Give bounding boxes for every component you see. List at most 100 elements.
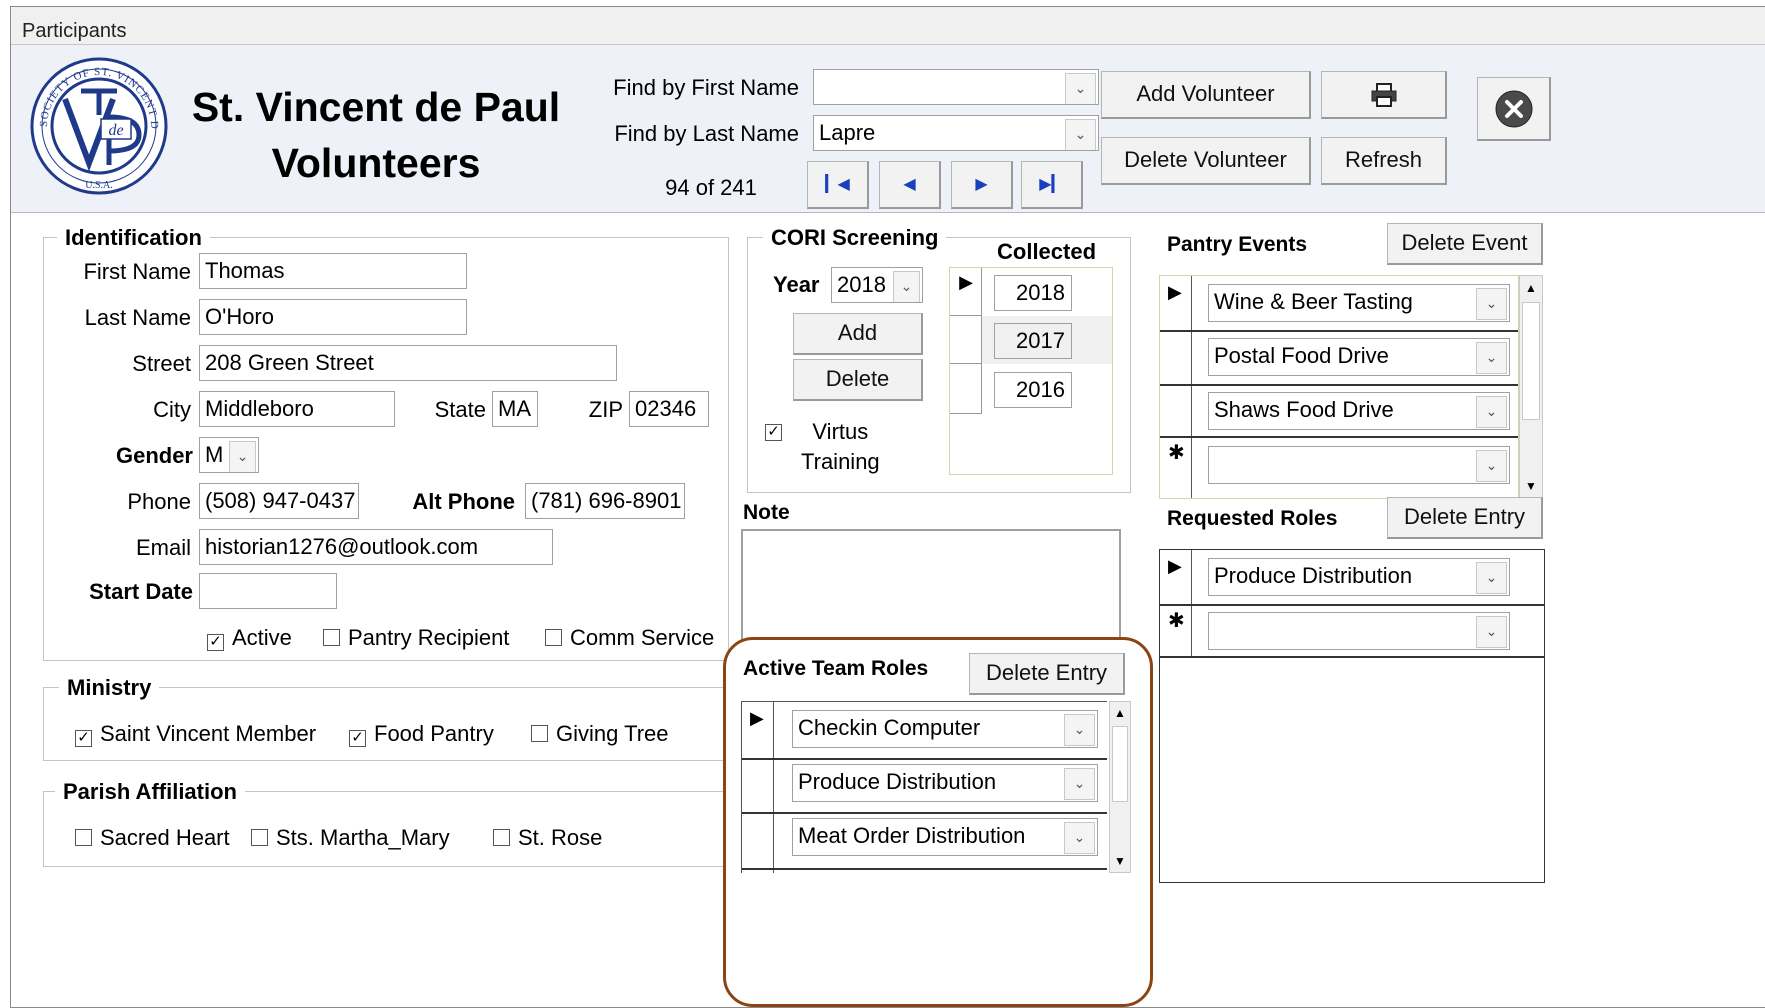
current-row-marker-icon: ▶ [1168,556,1182,576]
active-team-delete-entry-button[interactable]: Delete Entry [969,653,1125,695]
pantry-event-new-row[interactable]: ⌄ [1208,446,1510,484]
row-selector[interactable] [950,364,982,414]
delete-volunteer-button[interactable]: Delete Volunteer [1101,137,1311,185]
row-selector[interactable] [950,316,982,364]
note-textarea[interactable] [741,529,1121,649]
row-divider [742,868,1107,870]
chevron-down-icon[interactable]: ⌄ [229,441,256,472]
scroll-thumb[interactable] [1112,726,1128,802]
collected-year-row[interactable]: 2016 [994,372,1072,408]
cori-year-combo[interactable]: 2018 ⌄ [831,267,923,303]
checkbox-empty-icon [493,829,510,846]
previous-record-button[interactable]: ◀ [879,161,941,209]
city-label: City [153,397,191,422]
scroll-thumb[interactable] [1522,302,1540,420]
alt-phone-field[interactable]: (781) 696-8901 [525,483,685,519]
scroll-down-icon[interactable]: ▼ [1110,850,1130,872]
first-name-field[interactable]: Thomas [199,253,467,289]
checkbox-checked-icon: ✓ [765,424,782,441]
email-field[interactable]: historian1276@outlook.com [199,529,553,565]
chevron-down-icon[interactable]: ⌄ [1476,342,1507,374]
row-divider [1160,330,1518,332]
chevron-down-icon[interactable]: ⌄ [1064,768,1095,800]
collected-year-row[interactable]: 2018 [994,275,1072,311]
print-button[interactable] [1321,71,1447,119]
start-date-field[interactable] [199,573,337,609]
virtus-label-line1: Virtus [812,419,869,444]
chevron-down-icon[interactable]: ⌄ [1065,119,1096,150]
state-field[interactable]: MA [492,391,538,427]
pantry-event-row[interactable]: Postal Food Drive ⌄ [1208,338,1510,376]
cori-year-label: Year [773,272,820,297]
active-checkbox[interactable]: ✓ Active [207,625,292,651]
chevron-down-icon[interactable]: ⌄ [1476,288,1507,320]
scroll-down-icon[interactable]: ▼ [1520,474,1542,498]
team-role-row[interactable]: Checkin Computer ⌄ [792,710,1098,748]
chevron-down-icon[interactable]: ⌄ [1476,450,1507,482]
requested-role-value: Produce Distribution [1214,563,1413,588]
chevron-down-icon[interactable]: ⌄ [893,271,920,302]
cori-delete-button[interactable]: Delete [793,359,923,401]
requested-role-row[interactable]: Produce Distribution ⌄ [1208,558,1510,596]
comm-service-checkbox[interactable]: Comm Service [545,625,714,651]
gender-combo[interactable]: M ⌄ [199,437,259,473]
zip-field[interactable]: 02346 [629,391,709,427]
requested-role-new-row[interactable]: ⌄ [1208,612,1510,650]
pantry-events-subform: ▶ ✱ Wine & Beer Tasting ⌄ Postal Food Dri… [1159,275,1519,499]
last-name-field[interactable]: O'Horo [199,299,467,335]
active-team-roles-scrollbar[interactable]: ▲ ▼ [1109,701,1131,873]
first-record-button[interactable]: ▎◀ [807,161,869,209]
collected-year-row[interactable]: 2017 [994,323,1072,359]
giving-tree-checkbox[interactable]: Giving Tree [531,721,669,747]
last-record-button[interactable]: ▶▎ [1021,161,1083,209]
phone-field[interactable]: (508) 947-0437 [199,483,359,519]
find-first-name-combo[interactable]: ⌄ [813,69,1099,105]
row-divider [1160,436,1518,438]
chevron-down-icon[interactable]: ⌄ [1064,822,1095,854]
requested-roles-delete-entry-button[interactable]: Delete Entry [1387,497,1543,539]
parish-affiliation-legend: Parish Affiliation [55,779,245,805]
find-last-name-combo[interactable]: Lapre ⌄ [813,115,1099,151]
start-date-label: Start Date [89,579,193,604]
cori-screening-legend: CORI Screening [763,225,947,251]
street-label: Street [132,351,191,376]
food-pantry-checkbox[interactable]: ✓ Food Pantry [349,721,494,747]
team-role-row[interactable]: Produce Distribution ⌄ [792,764,1098,802]
chevron-down-icon[interactable]: ⌄ [1476,396,1507,428]
gender-value: M [205,442,224,467]
pantry-events-scrollbar[interactable]: ▲ ▼ [1519,275,1543,499]
pantry-event-row[interactable]: Shaws Food Drive ⌄ [1208,392,1510,430]
delete-event-button[interactable]: Delete Event [1387,223,1543,265]
next-record-button[interactable]: ▶ [951,161,1013,209]
active-label: Active [232,625,292,650]
pantry-event-row[interactable]: Wine & Beer Tasting ⌄ [1208,284,1510,322]
close-button[interactable] [1477,77,1551,141]
scroll-up-icon[interactable]: ▲ [1520,276,1542,300]
sts-martha-mary-checkbox[interactable]: Sts. Martha_Mary [251,825,450,851]
refresh-button[interactable]: Refresh [1321,137,1447,185]
record-position: 94 of 241 [665,175,757,200]
street-field[interactable]: 208 Green Street [199,345,617,381]
pantry-recipient-checkbox[interactable]: Pantry Recipient [323,625,509,651]
saint-vincent-member-checkbox[interactable]: ✓ Saint Vincent Member [75,721,316,747]
chevron-down-icon[interactable]: ⌄ [1476,562,1507,594]
sacred-heart-label: Sacred Heart [100,825,230,850]
chevron-down-icon[interactable]: ⌄ [1065,73,1096,104]
scroll-up-icon[interactable]: ▲ [1110,702,1130,724]
chevron-down-icon[interactable]: ⌄ [1064,714,1095,746]
checkbox-checked-icon: ✓ [207,634,224,651]
st-rose-checkbox[interactable]: St. Rose [493,825,602,851]
team-role-row[interactable]: Meat Order Distribution ⌄ [792,818,1098,856]
checkbox-empty-icon [545,629,562,646]
chevron-down-icon[interactable]: ⌄ [1476,616,1507,648]
checkbox-checked-icon: ✓ [75,730,92,747]
logo-monogram: de [108,122,123,139]
city-field[interactable]: Middleboro [199,391,395,427]
sacred-heart-checkbox[interactable]: Sacred Heart [75,825,230,851]
pantry-events-label: Pantry Events [1167,233,1308,256]
ministry-legend: Ministry [59,675,160,701]
checkbox-empty-icon [75,829,92,846]
virtus-training-checkbox[interactable]: ✓ [765,415,790,441]
cori-add-button[interactable]: Add [793,313,923,355]
add-volunteer-button[interactable]: Add Volunteer [1101,71,1311,119]
